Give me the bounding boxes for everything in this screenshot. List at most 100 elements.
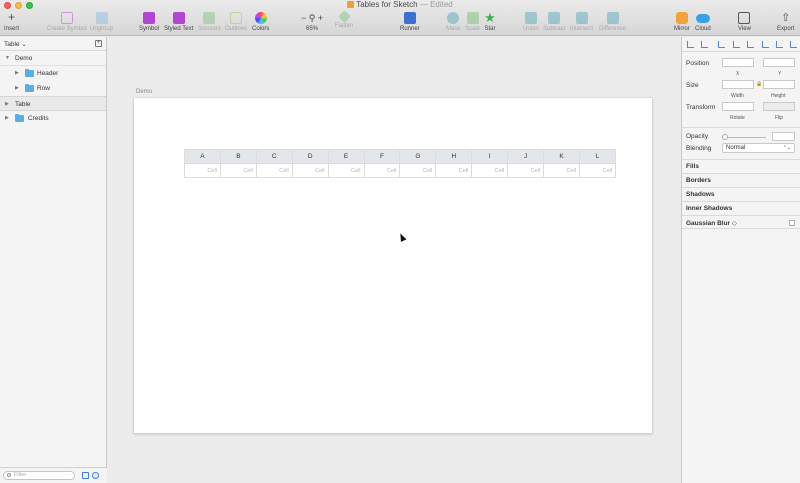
column-header[interactable]: F [363, 149, 401, 164]
symbol-button[interactable]: Symbol [139, 12, 159, 32]
filter-input[interactable]: Filter [3, 471, 75, 480]
column-header[interactable]: D [291, 149, 329, 164]
disclosure-closed-icon[interactable]: ▶ [15, 66, 19, 81]
opacity-field[interactable] [772, 132, 795, 141]
plus-icon: + [7, 10, 15, 24]
colors-button[interactable]: Colors [252, 12, 269, 32]
create-symbol-button[interactable]: Create Symbol [47, 12, 87, 32]
cloud-button[interactable]: Cloud [695, 12, 711, 32]
layers-footer: Filter [0, 467, 107, 483]
disclosure-closed-icon[interactable]: ▶ [5, 111, 9, 126]
column-header[interactable]: H [435, 149, 473, 164]
subtract-button[interactable]: Subtract [543, 12, 565, 32]
artboard-label[interactable]: Demo [136, 89, 152, 95]
distribute-vertical-icon[interactable] [701, 41, 708, 48]
align-top-icon[interactable] [762, 41, 769, 48]
data-table[interactable]: A B C D E F G H I J K L Cell Cell Cell C… [184, 149, 617, 178]
table-cell[interactable]: Cell [184, 163, 221, 178]
column-header[interactable]: B [219, 149, 257, 164]
column-header[interactable]: K [543, 149, 580, 164]
mirror-button[interactable]: Mirror [674, 12, 690, 32]
union-button[interactable]: Union [523, 12, 539, 32]
export-button[interactable]: ⇧ Export [777, 12, 794, 32]
shadows-section[interactable]: Shadows [682, 187, 800, 201]
height-field[interactable] [763, 80, 795, 89]
fills-section[interactable]: Fills [682, 159, 800, 173]
align-center-icon[interactable] [733, 41, 740, 48]
disclosure-closed-icon[interactable]: ▶ [15, 81, 19, 96]
gaussian-blur-section[interactable]: Gaussian Blur ◇ [682, 215, 800, 229]
table-cell[interactable]: Cell [507, 163, 545, 178]
layer-demo-artboard[interactable]: ▼ Demo [0, 51, 106, 66]
export-slice-icon[interactable] [82, 472, 89, 479]
flatten-button[interactable]: Flatten [335, 10, 353, 29]
canvas[interactable]: Demo A B C D E F G H I J K L Cell Cell C… [108, 37, 681, 483]
view-button[interactable]: View [738, 12, 751, 32]
blending-select[interactable]: Normal ⌃⌄ [722, 143, 795, 153]
table-cell[interactable]: Cell [399, 163, 437, 178]
intersect-button[interactable]: Intersect [570, 12, 593, 32]
zoom-in-button[interactable]: + [318, 13, 323, 23]
column-header[interactable]: J [507, 149, 545, 164]
zoom-control[interactable]: − ⚲ + 65% [297, 12, 327, 32]
mask-icon [447, 12, 460, 24]
edit-filter-icon[interactable] [92, 472, 99, 479]
rotate-field[interactable] [722, 102, 754, 111]
runner-button[interactable]: Runner [400, 12, 420, 32]
document-name: Tables for Sketch [356, 0, 418, 9]
gaussian-blur-checkbox[interactable] [789, 220, 795, 226]
artboard-demo[interactable]: A B C D E F G H I J K L Cell Cell Cell C… [134, 98, 652, 433]
layer-table-artboard[interactable]: ▶ Table [0, 96, 106, 111]
table-cell[interactable]: Cell [291, 163, 329, 178]
x-field[interactable] [722, 58, 754, 67]
y-field[interactable] [763, 58, 795, 67]
outlines-button[interactable]: Outlines [225, 12, 247, 32]
borders-section[interactable]: Borders [682, 173, 800, 187]
difference-button[interactable]: Difference [599, 12, 626, 32]
table-cell[interactable]: Cell [327, 163, 365, 178]
symbol-icon [143, 12, 155, 24]
edited-status[interactable]: — Edited [420, 0, 453, 9]
table-cell[interactable]: Cell [471, 163, 509, 178]
scissors-button[interactable]: Scissors [198, 12, 221, 32]
column-header[interactable]: L [578, 149, 617, 164]
page-selector[interactable]: Table ⌄ + [0, 37, 106, 51]
flip-buttons[interactable] [763, 102, 795, 111]
column-header[interactable]: I [471, 149, 509, 164]
distribute-horizontal-icon[interactable] [687, 41, 694, 48]
scissors-icon [203, 12, 216, 24]
add-page-icon[interactable]: + [95, 40, 102, 47]
lock-icon[interactable]: 🔒 [756, 81, 762, 87]
ungroup-button[interactable]: Ungroup [90, 12, 113, 32]
column-header[interactable]: C [255, 149, 293, 164]
align-left-icon[interactable] [718, 41, 725, 48]
inner-shadows-section[interactable]: Inner Shadows [682, 201, 800, 215]
align-bottom-icon[interactable] [790, 41, 797, 48]
column-header[interactable]: A [184, 149, 221, 164]
disclosure-open-icon[interactable]: ▼ [5, 51, 10, 66]
opacity-slider-knob[interactable] [722, 134, 728, 140]
column-header[interactable]: G [399, 149, 437, 164]
insert-button[interactable]: + Insert [4, 10, 19, 32]
mask-button[interactable]: Mask [446, 12, 460, 32]
width-field[interactable] [722, 80, 754, 89]
layer-credits-group[interactable]: ▶ Credits [0, 111, 106, 126]
align-right-icon[interactable] [747, 41, 754, 48]
table-cell[interactable]: Cell [219, 163, 257, 178]
zoom-out-button[interactable]: − [301, 13, 306, 23]
align-middle-icon[interactable] [776, 41, 783, 48]
intersect-icon [575, 12, 588, 24]
opacity-slider-track[interactable] [722, 137, 766, 138]
star-button[interactable]: ★ Star [484, 11, 496, 32]
layer-row-group[interactable]: ▶ Row [0, 81, 106, 96]
disclosure-closed-icon[interactable]: ▶ [5, 97, 9, 112]
layer-header-group[interactable]: ▶ Header [0, 66, 106, 81]
column-header[interactable]: E [327, 149, 365, 164]
scale-button[interactable]: Scale [465, 12, 480, 32]
styled-text-button[interactable]: Styled Text [164, 12, 193, 32]
table-cell[interactable]: Cell [363, 163, 401, 178]
table-cell[interactable]: Cell [435, 163, 473, 178]
table-cell[interactable]: Cell [255, 163, 293, 178]
table-cell[interactable]: Cell [543, 163, 580, 178]
table-cell[interactable]: Cell [578, 163, 617, 178]
